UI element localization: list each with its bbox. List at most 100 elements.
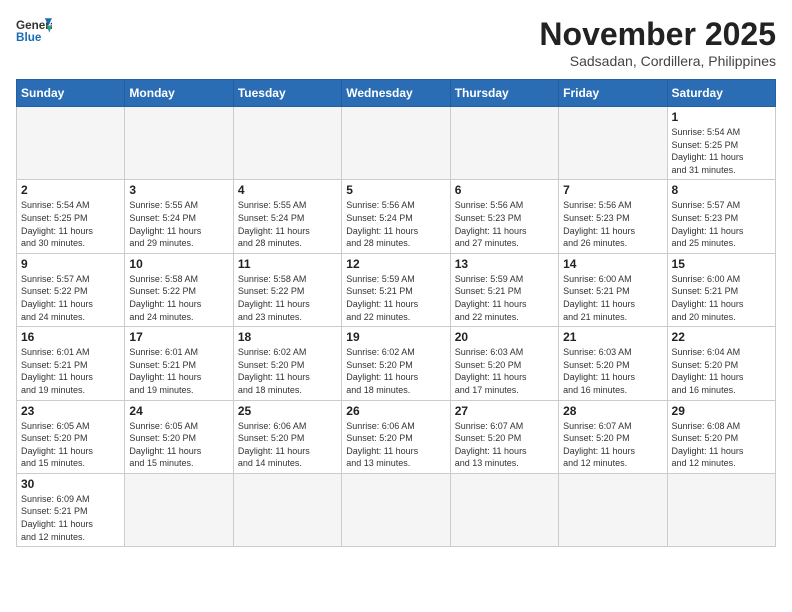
calendar-day-cell: 20Sunrise: 6:03 AM Sunset: 5:20 PM Dayli… [450, 327, 558, 400]
calendar-day-cell: 19 Sunrise: 6:02 AM Sunset: 5:20 PM Dayli… [342, 327, 450, 400]
day-info: Sunrise: 5:59 AM Sunset: 5:21 PM Dayligh… [455, 273, 554, 323]
day-info: Sunrise: 6:00 AM Sunset: 5:21 PM Dayligh… [563, 273, 662, 323]
calendar-day-cell: 3Sunrise: 5:55 AM Sunset: 5:24 PM Daylig… [125, 180, 233, 253]
page-header: General Blue November 2025 Sadsadan, Cor… [16, 16, 776, 69]
day-number: 10 [129, 257, 228, 271]
weekday-header-row: SundayMondayTuesdayWednesdayThursdayFrid… [17, 80, 776, 107]
calendar-day-cell: 6 Sunrise: 5:56 AM Sunset: 5:23 PM Daylig… [450, 180, 558, 253]
calendar-day-cell [559, 473, 667, 546]
weekday-header: Friday [559, 80, 667, 107]
calendar-day-cell: 5 Sunrise: 5:56 AM Sunset: 5:24 PM Daylig… [342, 180, 450, 253]
day-info: Sunrise: 5:54 AM Sunset: 5:25 PM Dayligh… [21, 199, 120, 249]
calendar-day-cell: 11Sunrise: 5:58 AM Sunset: 5:22 PM Dayli… [233, 253, 341, 326]
title-area: November 2025 Sadsadan, Cordillera, Phil… [539, 16, 776, 69]
day-number: 17 [129, 330, 228, 344]
weekday-header: Wednesday [342, 80, 450, 107]
day-info: Sunrise: 6:08 AM Sunset: 5:20 PM Dayligh… [672, 420, 771, 470]
day-number: 8 [672, 183, 771, 197]
calendar-day-cell: 1Sunrise: 5:54 AM Sunset: 5:25 PM Daylig… [667, 107, 775, 180]
calendar-day-cell [125, 107, 233, 180]
calendar-day-cell: 27 Sunrise: 6:07 AM Sunset: 5:20 PM Dayli… [450, 400, 558, 473]
calendar-day-cell [17, 107, 125, 180]
calendar-week-row: 2 Sunrise: 5:54 AM Sunset: 5:25 PM Daylig… [17, 180, 776, 253]
calendar-day-cell [125, 473, 233, 546]
day-info: Sunrise: 6:05 AM Sunset: 5:20 PM Dayligh… [21, 420, 120, 470]
day-info: Sunrise: 5:55 AM Sunset: 5:24 PM Dayligh… [238, 199, 337, 249]
day-info: Sunrise: 5:55 AM Sunset: 5:24 PM Dayligh… [129, 199, 228, 249]
calendar-day-cell: 26 Sunrise: 6:06 AM Sunset: 5:20 PM Dayli… [342, 400, 450, 473]
day-info: Sunrise: 5:56 AM Sunset: 5:23 PM Dayligh… [455, 199, 554, 249]
calendar-day-cell [450, 107, 558, 180]
calendar-day-cell: 30Sunrise: 6:09 AM Sunset: 5:21 PM Dayli… [17, 473, 125, 546]
day-info: Sunrise: 6:07 AM Sunset: 5:20 PM Dayligh… [455, 420, 554, 470]
day-info: Sunrise: 6:02 AM Sunset: 5:20 PM Dayligh… [346, 346, 445, 396]
day-number: 2 [21, 183, 120, 197]
day-number: 19 [346, 330, 445, 344]
day-number: 5 [346, 183, 445, 197]
day-number: 25 [238, 404, 337, 418]
logo: General Blue [16, 16, 52, 44]
calendar-week-row: 1Sunrise: 5:54 AM Sunset: 5:25 PM Daylig… [17, 107, 776, 180]
day-number: 6 [455, 183, 554, 197]
weekday-header: Sunday [17, 80, 125, 107]
calendar-day-cell [233, 107, 341, 180]
day-info: Sunrise: 6:01 AM Sunset: 5:21 PM Dayligh… [129, 346, 228, 396]
calendar-day-cell: 29 Sunrise: 6:08 AM Sunset: 5:20 PM Dayli… [667, 400, 775, 473]
calendar-day-cell [450, 473, 558, 546]
calendar-day-cell: 14Sunrise: 6:00 AM Sunset: 5:21 PM Dayli… [559, 253, 667, 326]
day-number: 27 [455, 404, 554, 418]
calendar-day-cell: 2 Sunrise: 5:54 AM Sunset: 5:25 PM Daylig… [17, 180, 125, 253]
day-info: Sunrise: 5:57 AM Sunset: 5:23 PM Dayligh… [672, 199, 771, 249]
day-number: 16 [21, 330, 120, 344]
calendar-day-cell [233, 473, 341, 546]
day-number: 30 [21, 477, 120, 491]
svg-text:Blue: Blue [16, 31, 42, 44]
calendar-day-cell [559, 107, 667, 180]
location-subtitle: Sadsadan, Cordillera, Philippines [539, 53, 776, 69]
calendar-day-cell [342, 473, 450, 546]
day-number: 18 [238, 330, 337, 344]
day-info: Sunrise: 6:03 AM Sunset: 5:20 PM Dayligh… [563, 346, 662, 396]
day-info: Sunrise: 5:56 AM Sunset: 5:24 PM Dayligh… [346, 199, 445, 249]
day-number: 15 [672, 257, 771, 271]
calendar-day-cell: 21 Sunrise: 6:03 AM Sunset: 5:20 PM Dayli… [559, 327, 667, 400]
day-info: Sunrise: 6:06 AM Sunset: 5:20 PM Dayligh… [238, 420, 337, 470]
calendar-day-cell: 24 Sunrise: 6:05 AM Sunset: 5:20 PM Dayli… [125, 400, 233, 473]
weekday-header: Monday [125, 80, 233, 107]
calendar-day-cell: 17 Sunrise: 6:01 AM Sunset: 5:21 PM Dayli… [125, 327, 233, 400]
calendar-table: SundayMondayTuesdayWednesdayThursdayFrid… [16, 79, 776, 547]
calendar-day-cell: 22Sunrise: 6:04 AM Sunset: 5:20 PM Dayli… [667, 327, 775, 400]
calendar-day-cell: 18Sunrise: 6:02 AM Sunset: 5:20 PM Dayli… [233, 327, 341, 400]
day-info: Sunrise: 5:57 AM Sunset: 5:22 PM Dayligh… [21, 273, 120, 323]
day-number: 28 [563, 404, 662, 418]
day-info: Sunrise: 6:00 AM Sunset: 5:21 PM Dayligh… [672, 273, 771, 323]
calendar-week-row: 16 Sunrise: 6:01 AM Sunset: 5:21 PM Dayli… [17, 327, 776, 400]
calendar-day-cell: 10Sunrise: 5:58 AM Sunset: 5:22 PM Dayli… [125, 253, 233, 326]
calendar-day-cell: 16Sunrise: 6:01 AM Sunset: 5:21 PM Dayli… [17, 327, 125, 400]
day-info: Sunrise: 5:59 AM Sunset: 5:21 PM Dayligh… [346, 273, 445, 323]
day-number: 29 [672, 404, 771, 418]
day-number: 23 [21, 404, 120, 418]
day-number: 26 [346, 404, 445, 418]
calendar-day-cell: 8 Sunrise: 5:57 AM Sunset: 5:23 PM Daylig… [667, 180, 775, 253]
day-number: 11 [238, 257, 337, 271]
day-number: 22 [672, 330, 771, 344]
calendar-week-row: 30Sunrise: 6:09 AM Sunset: 5:21 PM Dayli… [17, 473, 776, 546]
day-info: Sunrise: 5:56 AM Sunset: 5:23 PM Dayligh… [563, 199, 662, 249]
calendar-day-cell: 7 Sunrise: 5:56 AM Sunset: 5:23 PM Daylig… [559, 180, 667, 253]
calendar-day-cell [667, 473, 775, 546]
calendar-day-cell: 13 Sunrise: 5:59 AM Sunset: 5:21 PM Dayli… [450, 253, 558, 326]
day-number: 13 [455, 257, 554, 271]
day-info: Sunrise: 6:05 AM Sunset: 5:20 PM Dayligh… [129, 420, 228, 470]
calendar-week-row: 9Sunrise: 5:57 AM Sunset: 5:22 PM Daylig… [17, 253, 776, 326]
calendar-day-cell: 25 Sunrise: 6:06 AM Sunset: 5:20 PM Dayli… [233, 400, 341, 473]
calendar-day-cell: 12Sunrise: 5:59 AM Sunset: 5:21 PM Dayli… [342, 253, 450, 326]
day-number: 21 [563, 330, 662, 344]
day-number: 7 [563, 183, 662, 197]
day-info: Sunrise: 6:06 AM Sunset: 5:20 PM Dayligh… [346, 420, 445, 470]
day-number: 4 [238, 183, 337, 197]
calendar-week-row: 23 Sunrise: 6:05 AM Sunset: 5:20 PM Dayli… [17, 400, 776, 473]
day-info: Sunrise: 6:03 AM Sunset: 5:20 PM Dayligh… [455, 346, 554, 396]
day-number: 24 [129, 404, 228, 418]
day-number: 1 [672, 110, 771, 124]
